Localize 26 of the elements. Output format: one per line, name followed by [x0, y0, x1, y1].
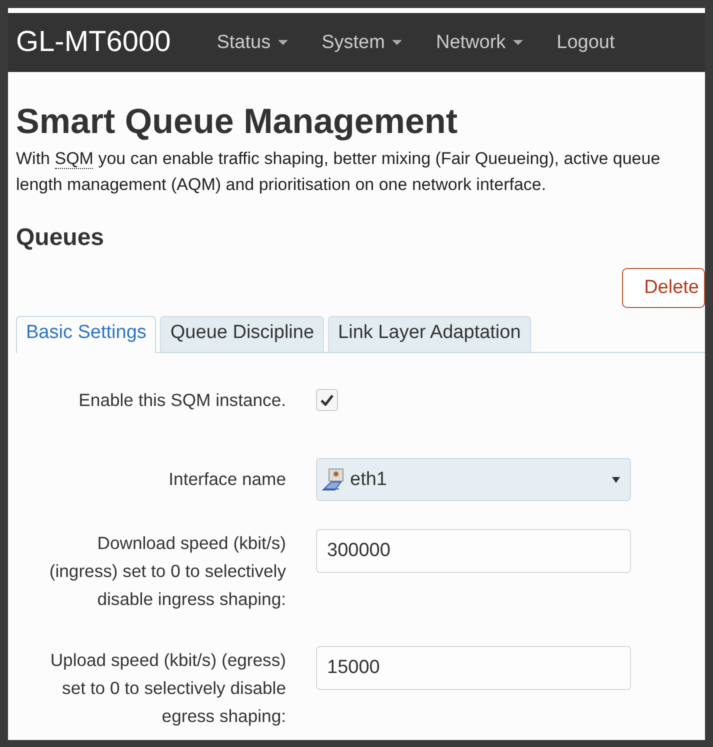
network-adapter-icon — [321, 468, 345, 492]
field-label: Enable this SQM instance. — [78, 389, 286, 412]
nav-menu-item[interactable]: System — [322, 32, 402, 54]
input-field[interactable]: 300000 — [316, 529, 631, 573]
tab[interactable]: Queue Discipline — [160, 316, 324, 352]
caret-icon — [392, 40, 402, 46]
brand-link[interactable]: GL-MT6000 — [16, 26, 171, 59]
field-label: Upload speed (kbit/s) (egress) set to 0 to selectively disable egress shaping: — [49, 649, 286, 728]
caret-icon — [278, 40, 288, 46]
page-description: With SQM you can enable traffic shaping, better mixing (Fair Queueing), active queue length management (AQM) and prioritisation on one network interface. — [16, 148, 662, 196]
interface-select[interactable]: eth1 — [316, 458, 631, 501]
caret-icon — [612, 476, 620, 482]
page-title: Smart Queue Management — [16, 102, 458, 142]
section-title: Queues — [16, 224, 106, 252]
nav-menu-item[interactable]: Network — [436, 32, 523, 54]
field-label: Download speed (kbit/s) (ingress) set to 0 to selectively disable ingress shaping: — [48, 532, 286, 611]
tab[interactable]: Link Layer Adaptation — [328, 316, 531, 352]
nav-menu-item[interactable]: Status — [216, 32, 288, 54]
caret-icon — [512, 40, 523, 46]
field-label: Interface name — [168, 468, 286, 491]
checkbox[interactable] — [316, 389, 338, 411]
nav-menu-item[interactable]: Logout — [556, 32, 615, 54]
check-icon — [320, 394, 334, 406]
delete-button[interactable]: Delete — [622, 268, 705, 308]
input-field[interactable]: 15000 — [316, 646, 631, 690]
tab[interactable]: Basic Settings — [16, 316, 156, 353]
